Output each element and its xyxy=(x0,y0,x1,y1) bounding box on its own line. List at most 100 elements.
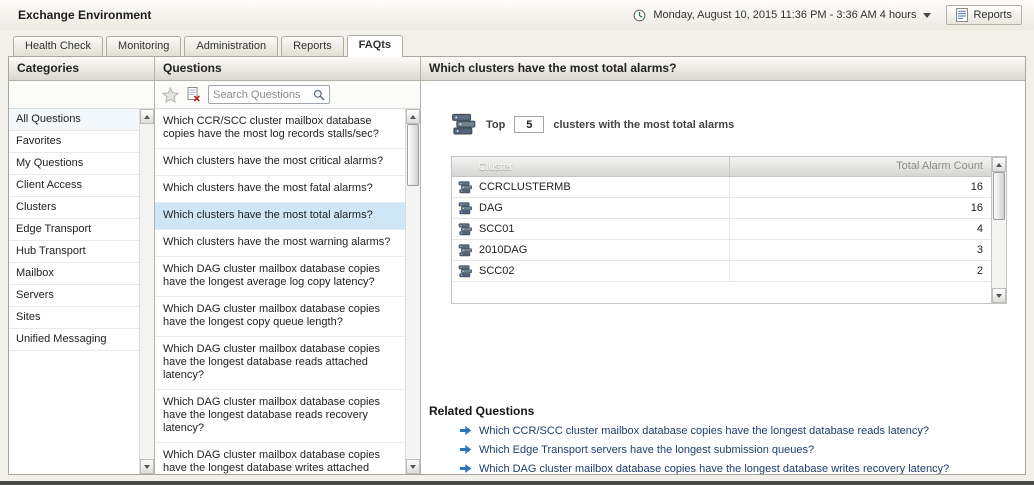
cluster-icon xyxy=(458,181,473,194)
scroll-down-button[interactable] xyxy=(992,288,1006,303)
scrollbar-thumb[interactable] xyxy=(993,172,1005,220)
tab-label: Monitoring xyxy=(118,40,169,52)
time-range-icon xyxy=(633,9,646,22)
tab[interactable]: FAQts xyxy=(347,35,403,57)
top-bar: Exchange Environment Monday, August 10, … xyxy=(0,0,1034,30)
question-text: Which CCR/SCC cluster mailbox database c… xyxy=(163,115,379,140)
category-item[interactable]: All Questions xyxy=(9,109,139,131)
time-range-label[interactable]: Monday, August 10, 2015 11:36 PM - 3:36 … xyxy=(653,9,916,21)
column-header-cluster[interactable]: Cluster xyxy=(452,161,729,173)
cluster-name: CCRCLUSTERMB xyxy=(479,181,571,193)
tab[interactable]: Monitoring xyxy=(106,36,181,56)
category-item[interactable]: Favorites xyxy=(9,131,139,153)
table-row[interactable]: SCC02 2 xyxy=(452,261,991,282)
tab[interactable]: Reports xyxy=(281,36,344,56)
scrollbar-thumb[interactable] xyxy=(407,124,419,186)
table-row[interactable]: SCC01 4 xyxy=(452,219,991,240)
related-question-link[interactable]: Which DAG cluster mailbox database copie… xyxy=(459,462,949,474)
cluster-name: SCC02 xyxy=(479,265,514,277)
cluster-cell: SCC02 xyxy=(452,265,729,278)
question-item[interactable]: Which DAG cluster mailbox database copie… xyxy=(155,443,405,474)
alarms-table: Cluster Total Alarm Count CCRCLUSTERMB xyxy=(451,156,1007,304)
search-box xyxy=(208,85,330,104)
answer-panel: Which clusters have the most total alarm… xyxy=(421,57,1025,474)
scroll-up-button[interactable] xyxy=(992,157,1006,172)
remove-question-icon[interactable] xyxy=(186,87,201,102)
category-item[interactable]: Mailbox xyxy=(9,263,139,285)
table-row[interactable]: DAG 16 xyxy=(452,198,991,219)
cluster-name: SCC01 xyxy=(479,223,514,235)
tab-bar: Health Check Monitoring Administration R… xyxy=(0,30,1034,56)
faqts-content: Categories All Questions Favorites xyxy=(8,56,1026,475)
scrollbar-track[interactable] xyxy=(140,124,154,459)
related-question-link[interactable]: Which Edge Transport servers have the lo… xyxy=(459,443,814,456)
questions-header: Questions xyxy=(155,57,420,81)
tab-label: Reports xyxy=(293,40,332,52)
category-item[interactable]: Hub Transport xyxy=(9,241,139,263)
top-n-row: Top clusters with the most total alarms xyxy=(451,113,1025,136)
answer-body: Top clusters with the most total alarms … xyxy=(421,81,1025,474)
reports-button[interactable]: Reports xyxy=(946,5,1022,25)
category-label: Mailbox xyxy=(16,267,54,279)
related-question-text: Which CCR/SCC cluster mailbox database c… xyxy=(479,425,929,437)
related-questions-section: Related Questions Which CCR/SCC cluster … xyxy=(429,404,1025,474)
search-input[interactable] xyxy=(213,89,313,101)
question-item[interactable]: Which clusters have the most critical al… xyxy=(155,149,405,176)
category-item[interactable]: Client Access xyxy=(9,175,139,197)
categories-panel: Categories All Questions Favorites xyxy=(9,57,155,474)
categories-header: Categories xyxy=(9,57,154,81)
cluster-icon xyxy=(458,244,473,257)
tab[interactable]: Health Check xyxy=(13,36,103,56)
cluster-name: 2010DAG xyxy=(479,244,527,256)
column-header-total-alarm-count[interactable]: Total Alarm Count xyxy=(729,157,991,176)
report-icon xyxy=(956,8,968,22)
favorite-star-icon[interactable] xyxy=(162,87,179,103)
category-label: Hub Transport xyxy=(16,245,86,257)
questions-scrollbar[interactable] xyxy=(405,109,420,474)
category-item[interactable]: Clusters xyxy=(9,197,139,219)
categories-scrollbar[interactable] xyxy=(139,109,154,474)
related-question-link[interactable]: Which CCR/SCC cluster mailbox database c… xyxy=(459,424,929,437)
question-item[interactable]: Which DAG cluster mailbox database copie… xyxy=(155,337,405,390)
category-label: My Questions xyxy=(16,157,83,169)
question-item[interactable]: Which clusters have the most fatal alarm… xyxy=(155,176,405,203)
category-label: Sites xyxy=(16,311,40,323)
scroll-down-button[interactable] xyxy=(140,459,154,474)
cluster-cell: DAG xyxy=(452,202,729,215)
category-label: Favorites xyxy=(16,135,61,147)
question-item[interactable]: Which clusters have the most warning ala… xyxy=(155,230,405,257)
question-text: Which clusters have the most warning ala… xyxy=(163,236,390,248)
scroll-down-button[interactable] xyxy=(406,459,420,474)
category-item[interactable]: Edge Transport xyxy=(9,219,139,241)
question-item[interactable]: Which DAG cluster mailbox database copie… xyxy=(155,390,405,443)
category-item[interactable]: Unified Messaging xyxy=(9,329,139,351)
table-row[interactable]: CCRCLUSTERMB 16 xyxy=(452,177,991,198)
scrollbar-track[interactable] xyxy=(406,124,420,459)
question-item[interactable]: Which DAG cluster mailbox database copie… xyxy=(155,297,405,337)
top-n-input[interactable] xyxy=(514,116,544,133)
tab-label: Administration xyxy=(196,40,266,52)
table-row[interactable]: 2010DAG 3 xyxy=(452,240,991,261)
questions-panel: Questions xyxy=(155,57,421,474)
tab[interactable]: Administration xyxy=(184,36,278,56)
exchange-environment-window: Exchange Environment Monday, August 10, … xyxy=(0,0,1034,485)
question-item[interactable]: Which CCR/SCC cluster mailbox database c… xyxy=(155,109,405,149)
question-item[interactable]: Which DAG cluster mailbox database copie… xyxy=(155,257,405,297)
table-scrollbar[interactable] xyxy=(991,157,1006,303)
cluster-icon xyxy=(458,202,473,215)
alarm-count: 4 xyxy=(729,219,991,239)
top-label-prefix: Top xyxy=(486,119,505,131)
category-label: Edge Transport xyxy=(16,223,91,235)
category-label: Unified Messaging xyxy=(16,333,107,345)
cluster-name: DAG xyxy=(479,202,503,214)
category-item[interactable]: My Questions xyxy=(9,153,139,175)
tab-label: FAQts xyxy=(359,39,391,51)
scrollbar-track[interactable] xyxy=(992,172,1006,288)
scroll-up-button[interactable] xyxy=(406,109,420,124)
question-item[interactable]: Which clusters have the most total alarm… xyxy=(155,203,405,230)
time-range-dropdown-caret[interactable] xyxy=(923,13,931,18)
search-icon[interactable] xyxy=(313,89,325,101)
category-item[interactable]: Sites xyxy=(9,307,139,329)
category-item[interactable]: Servers xyxy=(9,285,139,307)
scroll-up-button[interactable] xyxy=(140,109,154,124)
